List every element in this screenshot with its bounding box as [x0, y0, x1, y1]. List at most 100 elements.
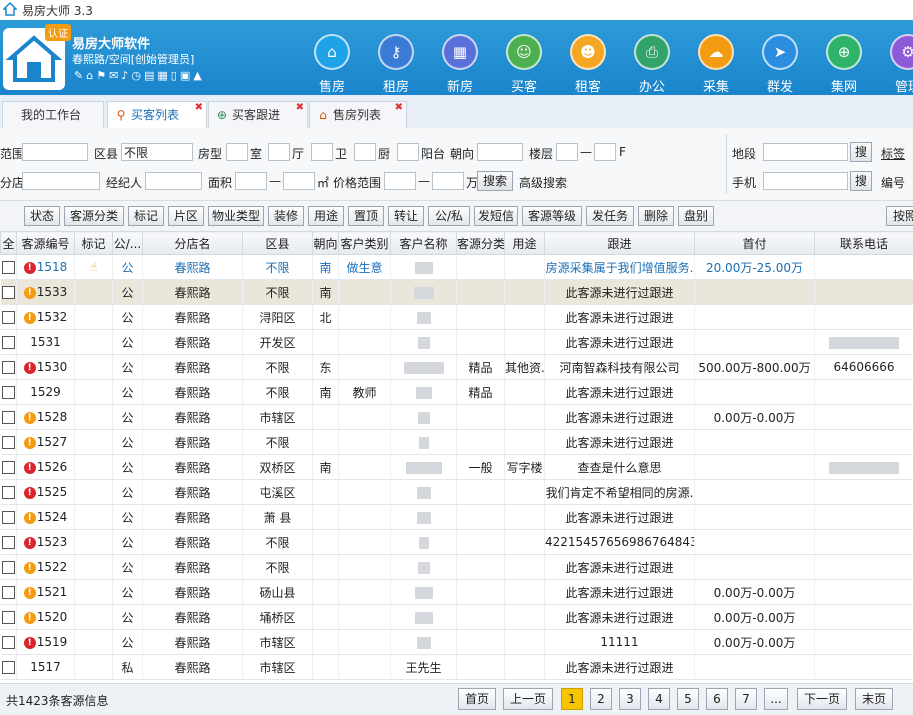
action-button-7[interactable]: 置顶	[348, 206, 384, 226]
table-row[interactable]: 1531公春熙路开发区此客源未进行过跟进	[1, 330, 913, 355]
select-cell[interactable]	[1, 530, 17, 555]
prev-page-button[interactable]: 上一页	[503, 688, 553, 710]
action-button-13[interactable]: 删除	[638, 206, 674, 226]
bell-icon[interactable]: ♪	[121, 69, 131, 82]
nav-button-3[interactable]: ☺买客	[496, 34, 552, 94]
row-checkbox[interactable]	[2, 461, 15, 474]
page-button-5[interactable]: 5	[677, 688, 699, 710]
select-cell[interactable]	[1, 555, 17, 580]
row-checkbox[interactable]	[2, 511, 15, 524]
table-row[interactable]: !1520公春熙路埇桥区此客源未进行过跟进0.00万-0.00万	[1, 605, 913, 630]
row-checkbox[interactable]	[2, 486, 15, 499]
table-row[interactable]: !1530公春熙路不限东精品其他资.河南智森科技有限公司500.00万-800.…	[1, 355, 913, 380]
floor-from-input[interactable]	[556, 143, 578, 161]
select-cell[interactable]	[1, 430, 17, 455]
first-page-button[interactable]: 首页	[458, 688, 496, 710]
last-page-button[interactable]: 末页	[855, 688, 893, 710]
more-pages-button[interactable]: ...	[764, 688, 788, 710]
action-button-2[interactable]: 标记	[128, 206, 164, 226]
lock-icon[interactable]: ▲	[193, 69, 204, 82]
section-search-button[interactable]: 搜	[850, 142, 872, 162]
table-row[interactable]: !1522公春熙路不限此客源未进行过跟进	[1, 555, 913, 580]
select-cell[interactable]	[1, 480, 17, 505]
nav-button-6[interactable]: ☁采集	[688, 34, 744, 94]
column-header-9[interactable]: 客源分类	[457, 232, 505, 255]
action-button-11[interactable]: 客源等级	[522, 206, 582, 226]
table-row[interactable]: !1528公春熙路市辖区此客源未进行过跟进0.00万-0.00万	[1, 405, 913, 430]
table-row[interactable]: !1523公春熙路不限42215457656986764843.	[1, 530, 913, 555]
action-button-3[interactable]: 片区	[168, 206, 204, 226]
column-header-4[interactable]: 分店名	[143, 232, 243, 255]
area-to-input[interactable]	[283, 172, 315, 190]
select-cell[interactable]	[1, 605, 17, 630]
row-checkbox[interactable]	[2, 436, 15, 449]
range-input[interactable]	[22, 143, 88, 161]
advanced-search-link[interactable]: 高级搜索	[519, 174, 567, 191]
tab-sale-list[interactable]: ⌂售房列表 ✖	[309, 101, 407, 128]
nav-button-2[interactable]: ▦新房	[432, 34, 488, 94]
action-button-12[interactable]: 发任务	[586, 206, 634, 226]
tab-workbench[interactable]: 我的工作台	[2, 101, 104, 128]
select-cell[interactable]	[1, 655, 17, 680]
select-cell[interactable]	[1, 355, 17, 380]
close-icon[interactable]: ✖	[195, 95, 203, 121]
select-cell[interactable]	[1, 455, 17, 480]
nav-button-8[interactable]: ⊕集网	[816, 34, 872, 94]
column-header-3[interactable]: 公/...	[113, 232, 143, 255]
home-icon[interactable]: ⌂	[86, 69, 96, 82]
table-row[interactable]: !1519公春熙路市辖区111110.00万-0.00万	[1, 630, 913, 655]
nav-button-7[interactable]: ➤群发	[752, 34, 808, 94]
row-checkbox[interactable]	[2, 611, 15, 624]
column-header-6[interactable]: 朝向	[313, 232, 339, 255]
action-button-1[interactable]: 客源分类	[64, 206, 124, 226]
tag-link[interactable]: 标签	[881, 145, 905, 162]
row-checkbox[interactable]	[2, 586, 15, 599]
column-header-13[interactable]: 联系电话	[815, 232, 913, 255]
nav-button-9[interactable]: ⚙管理	[880, 34, 913, 94]
row-checkbox[interactable]	[2, 361, 15, 374]
agent-input[interactable]	[145, 172, 202, 190]
column-header-10[interactable]: 用途	[505, 232, 545, 255]
action-button-4[interactable]: 物业类型	[208, 206, 264, 226]
select-cell[interactable]	[1, 280, 17, 305]
row-checkbox[interactable]	[2, 261, 15, 274]
column-header-7[interactable]: 客户类别	[339, 232, 391, 255]
select-cell[interactable]	[1, 380, 17, 405]
page-button-3[interactable]: 3	[619, 688, 641, 710]
action-button-5[interactable]: 装修	[268, 206, 304, 226]
action-button-14[interactable]: 盘别	[678, 206, 714, 226]
select-cell[interactable]	[1, 330, 17, 355]
action-button-9[interactable]: 公/私	[428, 206, 470, 226]
edit-icon[interactable]: ✎	[74, 69, 86, 82]
nav-button-5[interactable]: ⎙办公	[624, 34, 680, 94]
table-row[interactable]: !1524公春熙路萧 县此客源未进行过跟进	[1, 505, 913, 530]
row-checkbox[interactable]	[2, 536, 15, 549]
price-from-input[interactable]	[384, 172, 416, 190]
phone-search-button[interactable]: 搜	[850, 171, 872, 191]
row-checkbox[interactable]	[2, 636, 15, 649]
district-select[interactable]: 不限	[121, 143, 193, 161]
table-row[interactable]: !1533公春熙路不限南此客源未进行过跟进	[1, 280, 913, 305]
table-row[interactable]: !1525公春熙路屯溪区我们肯定不希望相同的房源.	[1, 480, 913, 505]
mobile-icon[interactable]: ▯	[171, 69, 180, 82]
row-checkbox[interactable]	[2, 411, 15, 424]
floor-to-input[interactable]	[594, 143, 616, 161]
select-cell[interactable]	[1, 505, 17, 530]
select-cell[interactable]	[1, 405, 17, 430]
action-button-0[interactable]: 状态	[24, 206, 60, 226]
column-header-1[interactable]: 客源编号	[17, 232, 75, 255]
nav-button-4[interactable]: ☻租客	[560, 34, 616, 94]
select-cell[interactable]	[1, 255, 17, 280]
shop-input[interactable]	[22, 172, 100, 190]
column-header-8[interactable]: 客户名称	[391, 232, 457, 255]
table-row[interactable]: 1529公春熙路不限南教师精品此客源未进行过跟进	[1, 380, 913, 405]
clock-icon[interactable]: ◷	[131, 69, 144, 82]
table-row[interactable]: !1527公春熙路不限此客源未进行过跟进	[1, 430, 913, 455]
row-checkbox[interactable]	[2, 561, 15, 574]
bath-input[interactable]	[311, 143, 333, 161]
column-header-12[interactable]: 首付	[695, 232, 815, 255]
column-header-5[interactable]: 区县	[243, 232, 313, 255]
row-checkbox[interactable]	[2, 286, 15, 299]
calculator-icon[interactable]: ▦	[157, 69, 170, 82]
nav-button-0[interactable]: ⌂售房	[304, 34, 360, 94]
